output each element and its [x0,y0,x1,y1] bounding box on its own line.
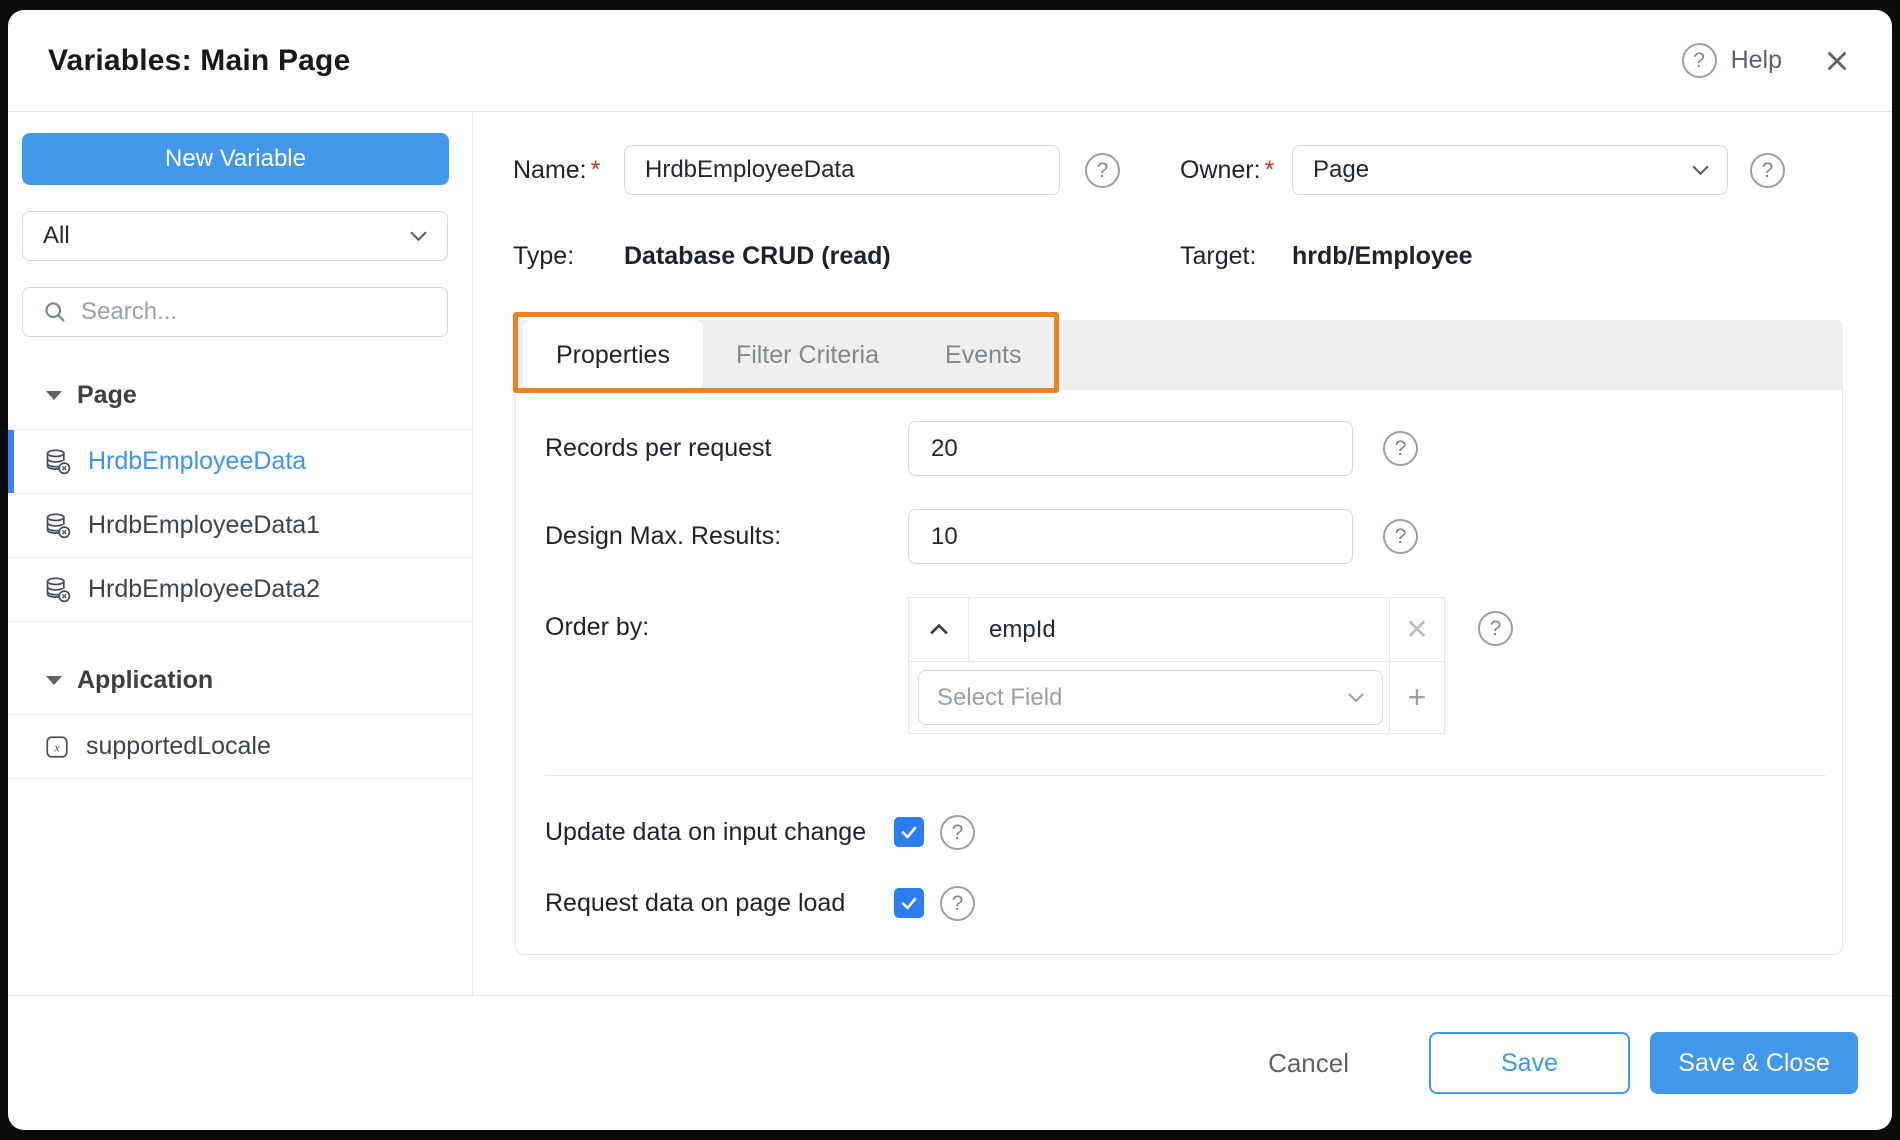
variable-item-label: HrdbEmployeeData [88,447,307,475]
required-asterisk: * [590,155,601,184]
sidebar-item-hrdbemployeedata[interactable]: HrdbEmployeeData [8,429,472,493]
dialog-header: Variables: Main Page ? Help [8,10,1892,112]
filter-selected-value: All [43,222,70,249]
dialog-title: Variables: Main Page [48,43,351,77]
variable-item-label: supportedLocale [86,732,271,760]
request-on-load-help-icon[interactable]: ? [940,885,975,921]
caret-up-icon [929,624,948,635]
new-variable-button[interactable]: New Variable [22,133,449,185]
required-asterisk: * [1264,155,1275,184]
sidebar-section-page[interactable]: Page [8,361,472,429]
help-link[interactable]: Help [1731,46,1782,75]
update-on-input-help-icon[interactable]: ? [940,814,975,850]
database-crud-variable-icon [46,448,71,474]
owner-selected-value: Page [1313,156,1370,183]
cancel-button[interactable]: Cancel [1268,1048,1349,1079]
type-value: Database CRUD (read) [624,241,891,270]
design-max-results-label: Design Max. Results: [545,522,782,550]
order-by-help-icon[interactable]: ? [1478,611,1513,646]
tab-properties[interactable]: Properties [523,320,703,390]
checkmark-icon [901,826,917,839]
model-variable-icon: x [46,735,68,758]
sidebar-section-application[interactable]: Application [8,646,472,714]
tab-filter-criteria[interactable]: Filter Criteria [703,320,912,390]
records-help-icon[interactable]: ? [1383,431,1418,466]
sidebar-item-hrdbemployeedata2[interactable]: HrdbEmployeeData2 [8,557,472,621]
chevron-down-icon [1348,693,1364,702]
variable-type-filter-select[interactable]: All [22,211,448,261]
request-on-load-label: Request data on page load [545,888,846,917]
section-divider [545,775,1826,776]
variable-editor: Name:* ? Owner:* Page ? Type: Database C… [473,112,1892,995]
search-icon [45,302,65,322]
design-max-results-input[interactable] [908,509,1353,564]
variable-search-box[interactable] [22,287,448,337]
design-max-help-icon[interactable]: ? [1383,519,1418,554]
remove-order-field-button[interactable]: ✕ [1389,598,1444,661]
records-per-request-input[interactable] [908,421,1353,476]
database-crud-variable-icon [46,512,71,538]
search-input[interactable] [81,298,427,326]
variable-item-label: HrdbEmployeeData1 [88,511,321,539]
tab-events[interactable]: Events [912,320,1054,390]
name-input[interactable] [624,145,1060,195]
add-order-field-button[interactable]: + [1389,662,1444,733]
update-on-input-label: Update data on input change [545,817,867,846]
dialog-footer: Cancel Save Save & Close [8,995,1892,1130]
checkmark-icon [901,897,917,910]
variables-sidebar: New Variable All Page HrdbEmployeeData [8,112,473,995]
order-by-label: Order by: [545,613,650,641]
close-icon[interactable] [1822,46,1852,76]
name-label: Name: * [513,155,601,184]
order-by-widget: empId ✕ Select Field + [908,597,1445,734]
variable-item-label: HrdbEmployeeData2 [88,575,321,603]
caret-down-icon [46,675,62,685]
update-on-input-checkbox[interactable] [894,817,924,847]
target-label: Target: [1180,241,1257,270]
variable-tabs: Properties Filter Criteria Events [515,320,1843,390]
chevron-down-icon [410,231,427,241]
owner-label: Owner: * [1180,155,1275,184]
records-per-request-label: Records per request [545,434,772,462]
caret-down-icon [46,390,62,400]
request-on-load-checkbox[interactable] [894,888,924,918]
save-and-close-button[interactable]: Save & Close [1650,1032,1858,1094]
sidebar-item-supportedlocale[interactable]: x supportedLocale [8,714,472,778]
type-label: Type: [513,241,575,270]
name-help-icon[interactable]: ? [1085,152,1120,188]
sidebar-item-hrdbemployeedata1[interactable]: HrdbEmployeeData1 [8,493,472,557]
save-button[interactable]: Save [1429,1032,1630,1094]
properties-panel: Records per request ? Design Max. Result… [515,390,1843,955]
variables-dialog: Variables: Main Page ? Help New Variable… [8,10,1892,1130]
owner-help-icon[interactable]: ? [1750,152,1785,188]
sort-direction-toggle[interactable] [909,598,969,661]
select-field-dropdown[interactable]: Select Field [918,670,1383,725]
owner-select[interactable]: Page [1292,145,1728,195]
order-by-field-value: empId [989,615,1056,643]
target-value: hrdb/Employee [1292,241,1473,270]
help-icon[interactable]: ? [1681,43,1717,78]
select-field-placeholder: Select Field [937,683,1063,711]
svg-text:x: x [53,740,60,754]
chevron-down-icon [1692,165,1709,175]
database-crud-variable-icon [46,576,71,602]
